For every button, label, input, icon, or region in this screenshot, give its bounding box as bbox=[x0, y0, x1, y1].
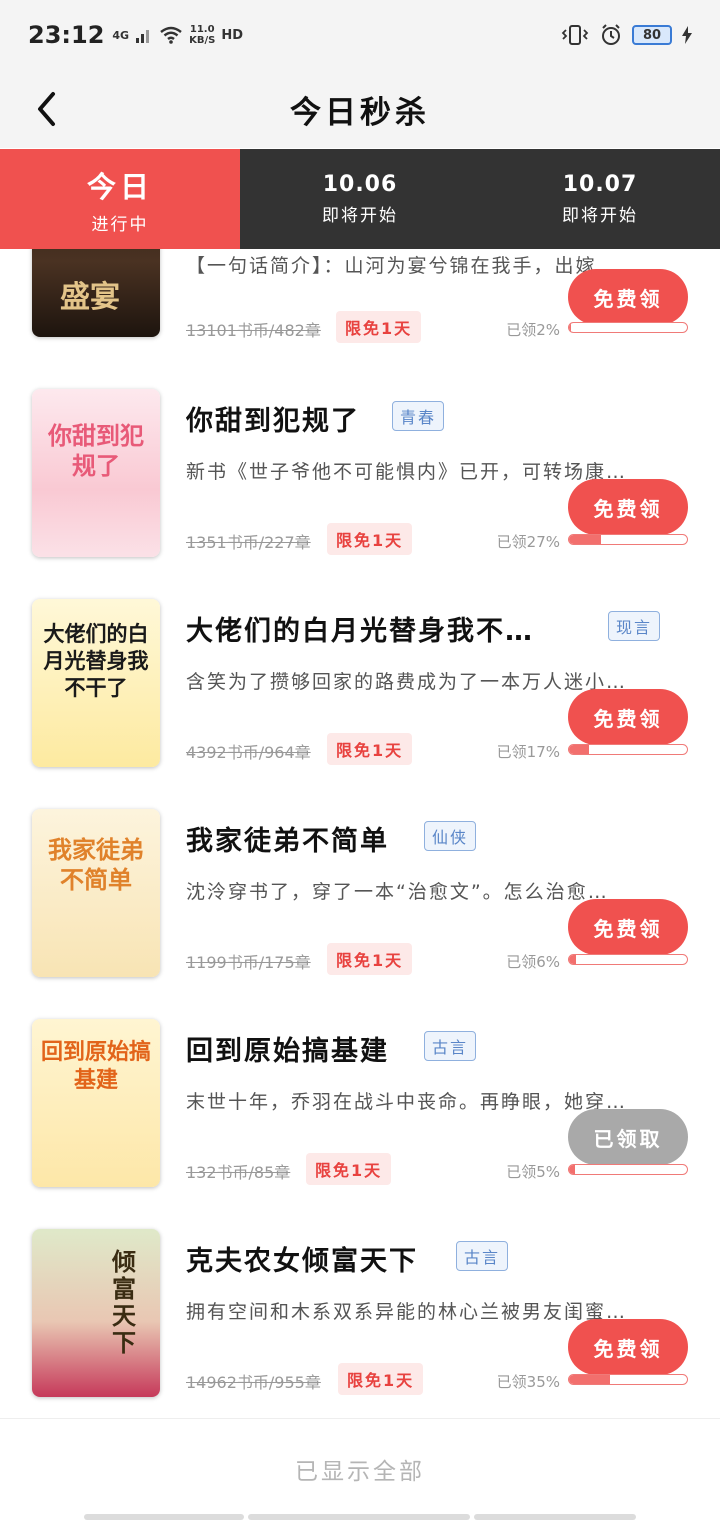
claim-progress-fill bbox=[569, 1375, 611, 1384]
bottom-tab-hint bbox=[248, 1514, 470, 1520]
original-price: 14962书币/955章 bbox=[186, 1373, 321, 1392]
genre-tag: 古言 bbox=[456, 1241, 509, 1271]
book-item[interactable]: 回到原始搞基建 回到原始搞基建 古言 末世十年，乔羽在战斗中丧命。再睁眼，她穿…… bbox=[0, 1009, 720, 1219]
free-badge: 限免1天 bbox=[336, 311, 422, 343]
status-left-icons: 4G 11.0 KB/S HD bbox=[112, 24, 243, 46]
claim-progress-fill bbox=[569, 745, 590, 754]
list-end-text: 已显示全部 bbox=[295, 1459, 425, 1485]
signal-icon bbox=[136, 30, 150, 43]
vibrate-icon bbox=[561, 25, 589, 45]
claim-progress-fill bbox=[569, 955, 577, 964]
claimed-percent: 已领6% bbox=[506, 953, 560, 971]
book-item[interactable]: 你甜到犯规了 你甜到犯规了 青春 新书《世子爷他不可能惧内》已开，可转场康… 1… bbox=[0, 379, 720, 589]
book-item[interactable]: 盛宴 【一句话简介】：山河为宴兮锦在我手，出嫁… 13101书币/482章 限免… bbox=[0, 249, 720, 349]
tab-status: 即将开始 bbox=[562, 206, 638, 226]
tab-1006[interactable]: 10.06 即将开始 bbox=[240, 149, 480, 249]
claim-button[interactable]: 免费领 bbox=[568, 479, 688, 535]
original-price: 4392书币/964章 bbox=[186, 743, 311, 762]
claim-progress-fill bbox=[569, 323, 572, 332]
claim-progress bbox=[568, 534, 688, 545]
cover-title: 大佬们的白月光替身我不干了 bbox=[43, 622, 149, 700]
nav-bar: 今日秒杀 bbox=[0, 70, 720, 148]
original-price: 1199书币/175章 bbox=[186, 953, 311, 972]
claimed-percent: 已领5% bbox=[506, 1163, 560, 1181]
status-time: 23:12 bbox=[28, 21, 105, 49]
bottom-tab-hint bbox=[84, 1514, 244, 1520]
status-right-icons: 80 bbox=[560, 24, 692, 46]
claimed-percent: 已领17% bbox=[496, 743, 560, 761]
claim-progress-fill bbox=[569, 535, 601, 544]
book-title[interactable]: 我家徒弟不简单 bbox=[186, 819, 389, 858]
book-item[interactable]: 我家徒弟不简单 我家徒弟不简单 仙侠 沈泠穿书了，穿了一本“治愈文”。怎么治愈…… bbox=[0, 799, 720, 1009]
original-price: 1351书币/227章 bbox=[186, 533, 311, 552]
tab-date: 10.06 bbox=[322, 172, 398, 197]
claim-progress-fill bbox=[569, 1165, 575, 1174]
status-bar: 23:12 4G 11.0 KB/S HD 80 bbox=[0, 0, 720, 70]
book-item[interactable]: 倾富天下 克夫农女倾富天下 古言 拥有空间和木系双系异能的林心兰被男友闺蜜… 1… bbox=[0, 1219, 720, 1419]
book-title[interactable]: 你甜到犯规了 bbox=[186, 399, 360, 438]
book-list[interactable]: 盛宴 【一句话简介】：山河为宴兮锦在我手，出嫁… 13101书币/482章 限免… bbox=[0, 249, 720, 1419]
book-cover[interactable]: 盛宴 bbox=[32, 249, 160, 337]
wifi-icon bbox=[160, 26, 182, 44]
tab-status: 即将开始 bbox=[322, 206, 398, 226]
network-speed: 11.0 KB/S bbox=[189, 24, 215, 46]
claimed-percent: 已领27% bbox=[496, 533, 560, 551]
book-cover[interactable]: 回到原始搞基建 bbox=[32, 1019, 160, 1187]
book-title[interactable]: 回到原始搞基建 bbox=[186, 1029, 389, 1068]
cover-title: 你甜到犯规了 bbox=[48, 422, 144, 480]
alarm-icon bbox=[602, 24, 620, 45]
free-badge: 限免1天 bbox=[338, 1363, 424, 1395]
cover-title: 倾富天下 bbox=[112, 1248, 136, 1357]
genre-tag: 青春 bbox=[392, 401, 445, 431]
network-type: 4G bbox=[112, 28, 130, 42]
footer-divider bbox=[0, 1418, 720, 1419]
claim-button[interactable]: 免费领 bbox=[568, 899, 688, 955]
claimed-button[interactable]: 已领取 bbox=[568, 1109, 688, 1165]
charging-icon bbox=[682, 26, 692, 44]
book-cover[interactable]: 我家徒弟不简单 bbox=[32, 809, 160, 977]
genre-tag: 古言 bbox=[424, 1031, 477, 1061]
claimed-percent: 已领2% bbox=[506, 321, 560, 339]
claim-progress bbox=[568, 954, 688, 965]
free-badge: 限免1天 bbox=[327, 523, 413, 555]
tab-today[interactable]: 今日 进行中 bbox=[0, 149, 240, 261]
claim-progress bbox=[568, 1374, 688, 1385]
claim-button[interactable]: 免费领 bbox=[568, 689, 688, 745]
original-price: 13101书币/482章 bbox=[186, 321, 321, 340]
speed-unit: KB/S bbox=[189, 35, 216, 46]
claimed-percent: 已领35% bbox=[496, 1373, 560, 1391]
back-button[interactable] bbox=[24, 82, 68, 136]
book-title[interactable]: 大佬们的白月光替身我不… bbox=[186, 609, 534, 648]
free-badge: 限免1天 bbox=[327, 943, 413, 975]
cover-title: 盛宴 bbox=[60, 280, 120, 315]
tab-status: 进行中 bbox=[91, 214, 149, 235]
claim-progress bbox=[568, 1164, 688, 1175]
page-title: 今日秒杀 bbox=[290, 94, 430, 131]
chevron-left-icon bbox=[38, 92, 55, 126]
bottom-tab-hint bbox=[474, 1514, 636, 1520]
cover-title: 回到原始搞基建 bbox=[40, 1040, 151, 1093]
battery-indicator: 80 bbox=[632, 25, 672, 45]
genre-tag: 仙侠 bbox=[424, 821, 477, 851]
tab-date: 10.07 bbox=[562, 172, 638, 197]
book-item[interactable]: 大佬们的白月光替身我不干了 大佬们的白月光替身我不… 现言 含笑为了攒够回家的路… bbox=[0, 589, 720, 799]
free-badge: 限免1天 bbox=[327, 733, 413, 765]
genre-tag: 现言 bbox=[608, 611, 661, 641]
speed-value: 11.0 bbox=[189, 24, 215, 35]
claim-button[interactable]: 免费领 bbox=[568, 1319, 688, 1375]
original-price: 132书币/85章 bbox=[186, 1163, 291, 1182]
book-cover[interactable]: 你甜到犯规了 bbox=[32, 389, 160, 557]
claim-button[interactable]: 免费领 bbox=[568, 269, 688, 325]
book-cover[interactable]: 大佬们的白月光替身我不干了 bbox=[32, 599, 160, 767]
date-tabs: 今日 进行中 10.06 即将开始 10.07 即将开始 bbox=[0, 149, 720, 261]
cover-title: 我家徒弟不简单 bbox=[48, 836, 144, 894]
claim-progress bbox=[568, 322, 688, 333]
free-badge: 限免1天 bbox=[306, 1153, 392, 1185]
tab-date: 今日 bbox=[86, 169, 153, 204]
tab-1007[interactable]: 10.07 即将开始 bbox=[480, 149, 720, 249]
book-cover[interactable]: 倾富天下 bbox=[32, 1229, 160, 1397]
book-title[interactable]: 克夫农女倾富天下 bbox=[186, 1239, 418, 1278]
claim-progress bbox=[568, 744, 688, 755]
hd-badge: HD bbox=[221, 27, 243, 43]
